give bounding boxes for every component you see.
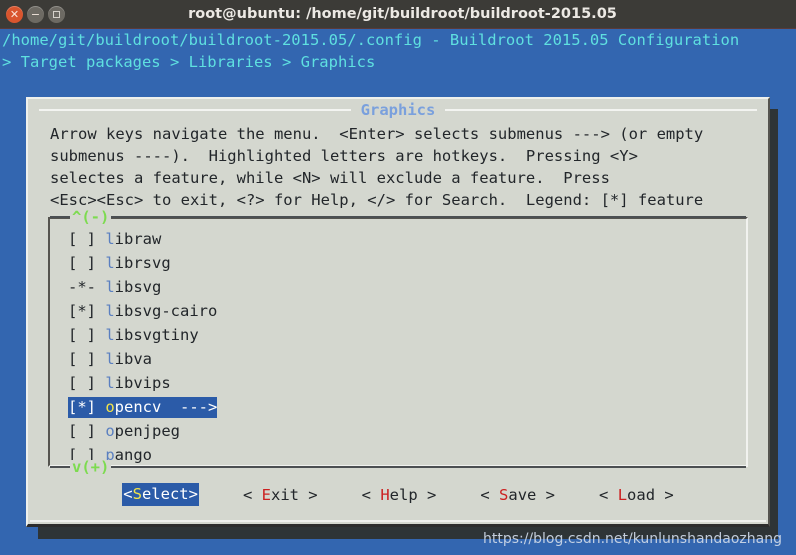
list-item[interactable]: [ ] librsvg: [50, 251, 746, 275]
dialog-title: Graphics: [360, 101, 436, 119]
window-title: root@ubuntu: /home/git/buildroot/buildro…: [188, 6, 617, 22]
save-button[interactable]: < Save >: [480, 486, 555, 504]
list-item[interactable]: [ ] libvips: [50, 371, 746, 395]
config-path-header: /home/git/buildroot/buildroot-2015.05/.c…: [2, 31, 740, 49]
list-item-content: [ ] libvips: [68, 374, 171, 392]
list-item-content: [*] opencv --->: [68, 396, 218, 418]
list-item-content: -*- libsvg: [68, 278, 161, 296]
hotkey-letter: o: [105, 422, 115, 440]
list-item[interactable]: [ ] pango: [50, 443, 746, 467]
exit-button[interactable]: < Exit >: [243, 486, 318, 504]
checkbox-mark[interactable]: [ ]: [68, 254, 105, 272]
button-prefix: <: [123, 485, 133, 503]
package-name: ibva: [114, 350, 152, 368]
hotkey-letter: p: [105, 446, 115, 464]
package-name: ibsvgtiny: [114, 326, 199, 344]
scroll-up-label: ^(-): [70, 208, 112, 226]
checkbox-mark[interactable]: [*]: [68, 302, 105, 320]
checkbox-mark[interactable]: [ ]: [68, 230, 105, 248]
minimize-icon[interactable]: −: [27, 5, 44, 23]
button-hotkey: S: [499, 485, 509, 504]
checkbox-mark[interactable]: [ ]: [68, 374, 105, 392]
package-name: penjpeg: [114, 422, 180, 440]
hotkey-letter: l: [105, 350, 115, 368]
hotkey-letter: l: [105, 278, 115, 296]
checkbox-mark[interactable]: -*-: [68, 278, 105, 296]
list-item-content: [ ] pango: [68, 446, 152, 464]
list-item[interactable]: [ ] libsvgtiny: [50, 323, 746, 347]
checkbox-mark[interactable]: [ ]: [68, 350, 105, 368]
maximize-icon[interactable]: [48, 5, 65, 23]
breadcrumb: > Target packages > Libraries > Graphics: [2, 53, 376, 71]
help-button[interactable]: < Help >: [362, 486, 437, 504]
checkbox-mark[interactable]: [ ]: [68, 326, 105, 344]
title-rule-left: [38, 109, 351, 111]
button-hotkey: S: [132, 485, 142, 503]
button-label: oad >: [627, 485, 674, 504]
package-name: pencv: [114, 397, 162, 416]
package-name: ibraw: [114, 230, 162, 248]
dialog-button-bar: <Select> < Exit > < Help > < Save > < Load >: [28, 483, 768, 506]
watermark: https://blog.csdn.net/kunlunshandaozhang: [482, 531, 782, 547]
graphics-dialog: Graphics Arrow keys navigate the menu. <…: [26, 97, 770, 527]
checkbox-mark[interactable]: [ ]: [68, 422, 105, 440]
hotkey-letter: l: [105, 254, 115, 272]
button-prefix: <: [242, 485, 262, 504]
button-label: ave >: [508, 485, 556, 504]
button-prefix: <: [599, 485, 618, 504]
terminal-window: ✕ − root@ubuntu: /home/git/buildroot/bui…: [0, 0, 796, 555]
package-name: ibsvg: [114, 278, 162, 296]
button-hotkey: E: [261, 485, 271, 504]
dialog-bottom-rule: [30, 520, 766, 522]
button-label: elp >: [389, 485, 437, 504]
package-name: ibvips: [114, 374, 171, 392]
select-button[interactable]: <Select>: [122, 483, 199, 506]
list-item[interactable]: [ ] libva: [50, 347, 746, 371]
dialog-title-bar: Graphics: [28, 101, 768, 119]
list-item-content: [ ] openjpeg: [68, 422, 180, 440]
scroll-up-indicator[interactable]: ^(-): [50, 208, 746, 226]
list-item-content: [*] libsvg-cairo: [68, 302, 217, 320]
submenu-arrow: --->: [161, 397, 218, 416]
list-item[interactable]: [*] libsvg-cairo: [50, 299, 746, 323]
list-item-content: [ ] libraw: [68, 230, 161, 248]
title-rule-right: [445, 109, 758, 111]
menuconfig-screen: /home/git/buildroot/buildroot-2015.05/.c…: [0, 29, 796, 555]
maximize-square-glyph: [53, 10, 60, 18]
list-item[interactable]: [ ] libraw: [50, 227, 746, 251]
button-prefix: <: [361, 485, 381, 504]
button-prefix: <: [480, 485, 500, 504]
hotkey-letter: l: [105, 302, 115, 320]
hotkey-letter: l: [105, 374, 115, 392]
checkbox-mark[interactable]: [*]: [68, 398, 105, 416]
button-hotkey: L: [617, 485, 628, 504]
list-item[interactable]: [*] opencv --->: [50, 395, 746, 419]
package-name: ango: [114, 446, 152, 464]
list-item-content: [ ] libva: [68, 350, 152, 368]
package-name: ibrsvg: [114, 254, 171, 272]
hotkey-letter: l: [105, 230, 115, 248]
checkbox-mark[interactable]: [ ]: [68, 446, 105, 464]
package-list: [ ] libraw[ ] librsvg -*- libsvg [*] libsv…: [50, 227, 746, 467]
load-button[interactable]: < Load >: [599, 486, 674, 504]
list-item[interactable]: -*- libsvg: [50, 275, 746, 299]
list-item-content: [ ] librsvg: [68, 254, 171, 272]
button-label: elect>: [141, 485, 198, 503]
dialog-help-text: Arrow keys navigate the menu. <Enter> se…: [50, 125, 704, 209]
button-label: xit >: [270, 485, 318, 504]
window-titlebar: ✕ − root@ubuntu: /home/git/buildroot/bui…: [0, 0, 796, 29]
hotkey-letter: o: [105, 397, 115, 416]
close-icon[interactable]: ✕: [6, 5, 23, 23]
hotkey-letter: l: [105, 326, 115, 344]
list-item-content: [ ] libsvgtiny: [68, 326, 199, 344]
button-hotkey: H: [380, 485, 390, 504]
package-listbox[interactable]: ^(-) [ ] libraw[ ] librsvg -*- libsvg [*] …: [48, 209, 748, 475]
window-controls: ✕ −: [6, 5, 65, 23]
list-item[interactable]: [ ] openjpeg: [50, 419, 746, 443]
package-name: ibsvg-cairo: [114, 302, 218, 320]
